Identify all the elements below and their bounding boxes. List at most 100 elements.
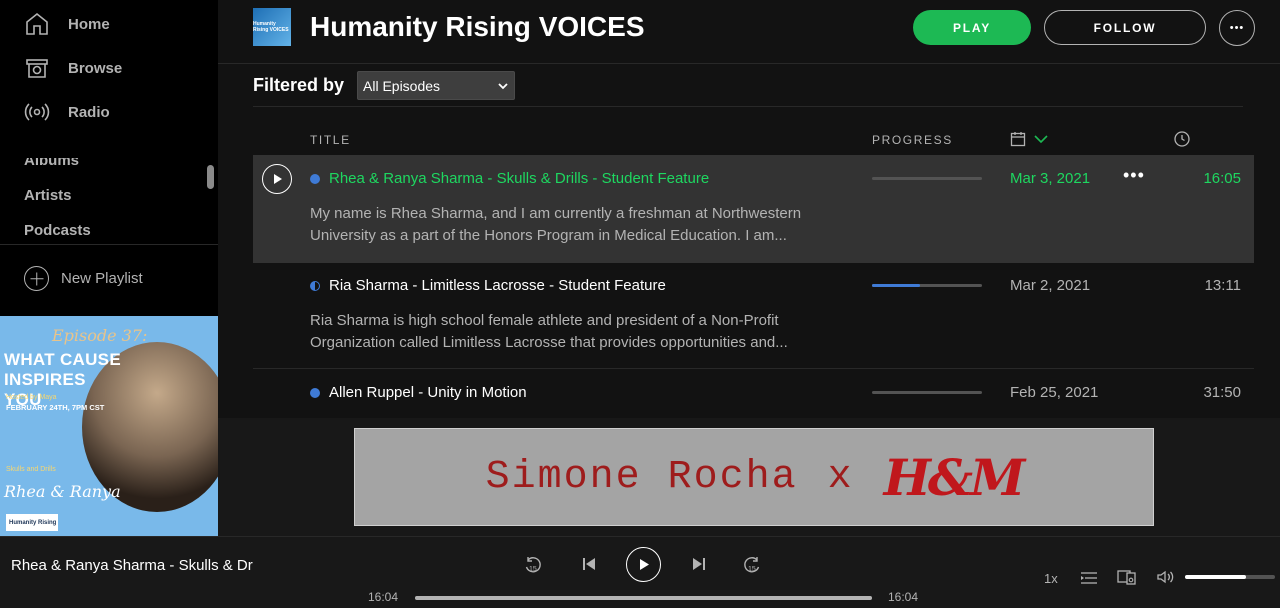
previous-icon	[583, 558, 595, 570]
column-progress[interactable]: PROGRESS	[872, 133, 953, 147]
filter-selected: All Episodes	[363, 77, 441, 94]
episode-description: Ria Sharma is high school female athlete…	[310, 310, 850, 354]
cover-hosted: Hosted by Maya	[6, 394, 57, 401]
episode-duration: 31:50	[1203, 384, 1241, 401]
follow-button[interactable]: FOLLOW	[1044, 10, 1206, 45]
episode-title[interactable]: Rhea & Ranya Sharma - Skulls & Drills - …	[329, 170, 709, 187]
next-button[interactable]	[690, 555, 708, 573]
plus-circle-icon	[24, 266, 49, 291]
nav-radio[interactable]: Radio	[24, 97, 110, 127]
episode-title[interactable]: Allen Ruppel - Unity in Motion	[329, 384, 527, 401]
ad-x: x	[827, 454, 854, 500]
library-albums[interactable]: Albums	[24, 158, 79, 169]
cover-names: Rhea & Ranya	[4, 482, 121, 501]
previous-button[interactable]	[580, 555, 598, 573]
episode-progress-bar	[872, 284, 982, 287]
column-title[interactable]: TITLE	[310, 133, 351, 147]
clock-icon	[1174, 131, 1190, 147]
episode-date: Mar 2, 2021	[1010, 277, 1091, 294]
sort-chevron-down-icon	[1034, 135, 1048, 144]
volume-icon	[1157, 570, 1174, 584]
episode-row[interactable]: Rhea & Ranya Sharma - Skulls & Drills - …	[253, 155, 1254, 263]
cover-episode: Episode 37:	[52, 326, 148, 345]
play-icon	[274, 174, 282, 184]
queue-button[interactable]	[1080, 568, 1098, 586]
playback-speed-button[interactable]: 1x	[1044, 571, 1058, 586]
episode-description-line: University as a part of the Honors Progr…	[310, 227, 787, 244]
volume-slider-fill	[1185, 575, 1247, 579]
forward-15-icon: 15	[744, 557, 760, 573]
episode-progress-bar	[872, 391, 982, 394]
seek-bar[interactable]	[415, 596, 872, 600]
cover-topic: Skulls and Drills	[6, 466, 56, 473]
home-icon	[26, 12, 48, 35]
show-thumbnail[interactable]: Humanity Rising VOICES	[253, 8, 291, 46]
browse-icon	[26, 59, 48, 78]
episode-description-line: Ria Sharma is high school female athlete…	[310, 312, 779, 329]
episode-date: Feb 25, 2021	[1010, 384, 1099, 401]
svg-text:15: 15	[748, 566, 756, 573]
banner-ad[interactable]: Simone Rocha x H&M	[354, 428, 1154, 526]
episode-row[interactable]: Ria Sharma - Limitless Lacrosse - Studen…	[253, 262, 1254, 370]
partially-played-dot-icon	[310, 281, 320, 291]
radio-icon	[24, 103, 50, 121]
player-play-button[interactable]	[626, 547, 661, 582]
episode-progress-bar	[872, 177, 982, 180]
volume-button[interactable]	[1156, 568, 1176, 586]
chevron-down-icon	[498, 82, 508, 89]
now-playing-cover-art[interactable]: Episode 37: WHAT CAUSE INSPIRES YOU Host…	[0, 316, 218, 536]
more-icon: •••	[1229, 22, 1245, 34]
main-content: Humanity Rising VOICES Humanity Rising V…	[218, 0, 1280, 536]
episode-filter-select[interactable]: All Episodes	[357, 71, 515, 100]
rewind-15-icon: 15	[525, 557, 541, 573]
unplayed-dot-icon	[310, 174, 320, 184]
skip-back-15-button[interactable]: 15	[522, 555, 544, 577]
episode-progress-fill	[872, 284, 921, 287]
episode-description-line: My name is Rhea Sharma, and I am current…	[310, 205, 802, 222]
episode-play-button[interactable]	[262, 164, 292, 194]
show-title: Humanity Rising VOICES	[310, 11, 645, 42]
total-time: 16:04	[888, 590, 919, 604]
devices-button[interactable]	[1117, 568, 1137, 586]
devices-icon	[1117, 570, 1136, 585]
skip-forward-15-button[interactable]: 15	[741, 555, 763, 577]
svg-text:15: 15	[529, 566, 537, 573]
episode-more-button[interactable]: •••	[1123, 165, 1145, 186]
queue-icon	[1081, 572, 1097, 584]
volume-slider[interactable]	[1185, 575, 1275, 579]
column-date-sort[interactable]	[1010, 131, 1048, 147]
next-icon	[693, 558, 705, 570]
sidebar-scrollbar[interactable]	[207, 165, 214, 189]
ad-brand: Simone Rocha	[485, 454, 798, 500]
library-podcasts[interactable]: Podcasts	[24, 222, 91, 239]
play-icon	[640, 559, 649, 570]
episode-duration: 13:11	[1204, 277, 1241, 294]
nav-home[interactable]: Home	[24, 9, 110, 39]
new-playlist-label: New Playlist	[61, 270, 143, 287]
nav-browse-label: Browse	[68, 59, 123, 77]
cover-date: FEBRUARY 24TH, 7PM CST	[6, 403, 105, 412]
nav-browse[interactable]: Browse	[24, 53, 122, 83]
episode-description-line: Organization called Limitless Lacrosse t…	[310, 334, 788, 351]
show-header: Humanity Rising VOICES Humanity Rising V…	[218, 0, 1280, 64]
ad-partner-logo: H&M	[883, 447, 1026, 507]
episode-row[interactable]: Allen Ruppel - Unity in Motion Feb 25, 2…	[253, 369, 1254, 418]
calendar-icon	[1010, 132, 1026, 147]
more-options-button[interactable]: •••	[1219, 10, 1255, 46]
library-artists[interactable]: Artists	[24, 187, 72, 204]
play-button[interactable]: PLAY	[913, 10, 1031, 45]
episode-date: Mar 3, 2021	[1010, 170, 1091, 187]
nav-home-label: Home	[68, 15, 110, 33]
episode-title[interactable]: Ria Sharma - Limitless Lacrosse - Studen…	[329, 277, 666, 294]
new-playlist-button[interactable]: New Playlist	[24, 266, 143, 291]
column-duration[interactable]	[1174, 131, 1190, 150]
cover-headline: WHAT CAUSE INSPIRES YOU	[4, 350, 121, 409]
episode-duration: 16:05	[1203, 170, 1241, 187]
player-bar: Rhea & Ranya Sharma - Skulls & Dr 15 15 …	[0, 536, 1280, 608]
sidebar: Home Browse Radio Albums Artists Podcast…	[0, 0, 218, 536]
unplayed-dot-icon	[310, 388, 320, 398]
nav-radio-label: Radio	[68, 103, 110, 121]
now-playing-title[interactable]: Rhea & Ranya Sharma - Skulls & Dr	[11, 557, 259, 574]
sidebar-divider	[0, 244, 218, 245]
elapsed-time: 16:04	[368, 590, 399, 604]
